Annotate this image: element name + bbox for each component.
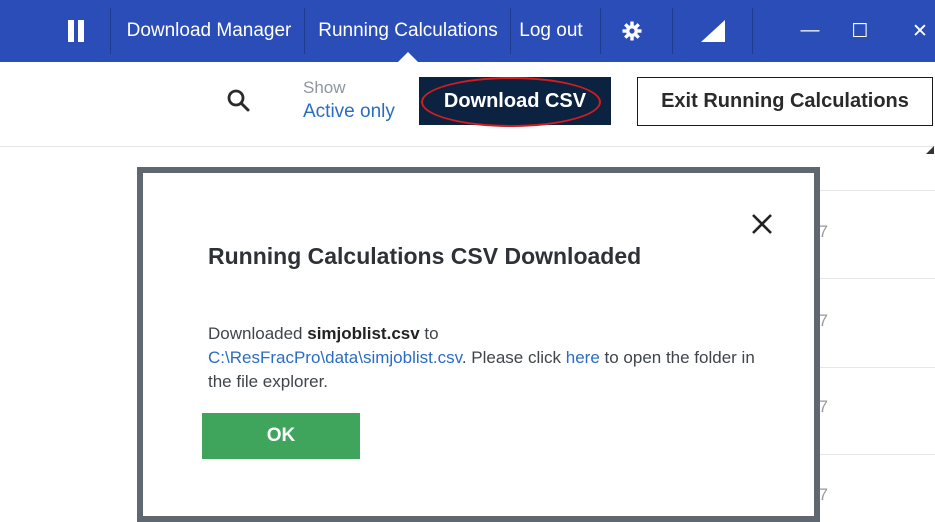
show-label: Show [303, 78, 346, 97]
maximize-icon[interactable]: ☐ [840, 0, 880, 62]
nav-divider [600, 8, 601, 54]
active-only-link[interactable]: Active only [303, 101, 395, 123]
nav-download-manager[interactable]: Download Manager [118, 0, 300, 62]
nav-divider [752, 8, 753, 54]
ok-button[interactable]: OK [202, 413, 360, 459]
download-csv-button[interactable]: Download CSV [419, 77, 611, 125]
file-path-link[interactable]: C:\ResFracPro\data\simjoblist.csv [208, 348, 462, 367]
table-row-line [805, 367, 935, 368]
close-window-icon[interactable]: ✕ [905, 0, 935, 62]
top-nav-bar: Download Manager Running Calculations Lo… [0, 0, 935, 62]
dialog-message: Downloaded simjoblist.csv to C:\ResFracP… [208, 322, 778, 394]
scroll-corner-mark [926, 146, 934, 154]
exit-running-calculations-button[interactable]: Exit Running Calculations [637, 77, 933, 126]
nav-divider [672, 8, 673, 54]
table-row-line [805, 278, 935, 279]
pause-icon[interactable] [66, 0, 86, 62]
dialog-title: Running Calculations CSV Downloaded [208, 243, 642, 269]
nav-divider [304, 8, 305, 54]
csv-downloaded-dialog: Running Calculations CSV Downloaded Down… [137, 167, 820, 522]
here-link[interactable]: here [566, 348, 600, 367]
message-middle: . Please click [461, 348, 566, 367]
table-row-line [805, 190, 935, 191]
active-nav-caret [398, 52, 418, 62]
downloaded-filename: simjoblist.csv [307, 324, 420, 343]
signal-icon [690, 0, 736, 62]
minimize-icon[interactable]: — [790, 0, 830, 62]
close-icon[interactable] [748, 210, 776, 238]
message-prefix: Downloaded [208, 324, 308, 343]
nav-divider [110, 8, 111, 54]
search-icon[interactable] [226, 88, 252, 114]
toolbar-divider [0, 146, 935, 147]
message-to: to [419, 324, 439, 343]
gear-icon[interactable] [617, 0, 647, 62]
nav-logout[interactable]: Log out [510, 0, 592, 62]
table-row-line [805, 454, 935, 455]
